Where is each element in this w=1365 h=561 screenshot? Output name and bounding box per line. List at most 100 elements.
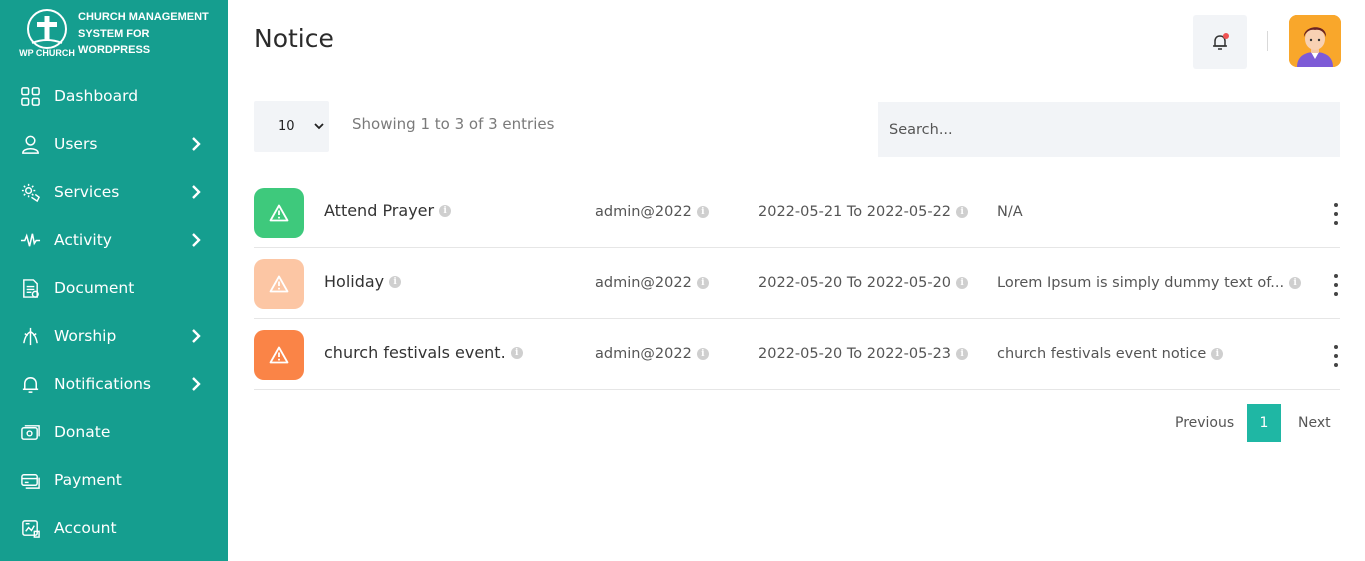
sidebar-item-activity[interactable]: Activity bbox=[0, 216, 228, 264]
info-icon[interactable]: i bbox=[956, 206, 969, 218]
notice-badge bbox=[254, 330, 304, 380]
notice-dates-cell: 2022-05-20 To 2022-05-20 i bbox=[758, 275, 969, 291]
church-logo-icon: WP CHURCH bbox=[19, 9, 75, 58]
row-actions-menu-icon[interactable] bbox=[1332, 203, 1340, 225]
notice-dates: 2022-05-20 To 2022-05-23 bbox=[758, 346, 952, 362]
account-icon bbox=[19, 517, 41, 539]
notice-title-cell: church festivals event. i bbox=[324, 343, 523, 362]
brand[interactable]: WP CHURCH CHURCH MANAGEMENT SYSTEM FOR W… bbox=[18, 7, 223, 62]
notification-dot bbox=[1223, 33, 1229, 39]
sidebar-item-donate[interactable]: Donate bbox=[0, 408, 228, 456]
sidebar-item-label: Dashboard bbox=[54, 87, 139, 105]
sidebar-item-label: Activity bbox=[54, 231, 112, 249]
notice-description: N/A bbox=[997, 204, 1023, 220]
header-divider bbox=[1267, 31, 1268, 51]
info-icon[interactable]: i bbox=[439, 204, 452, 217]
sidebar-item-label: Document bbox=[54, 279, 135, 297]
brand-line: WORDPRESS bbox=[78, 44, 151, 56]
pagination-page-1[interactable]: 1 bbox=[1247, 404, 1281, 442]
sidebar: WP CHURCH CHURCH MANAGEMENT SYSTEM FOR W… bbox=[0, 0, 228, 561]
table-row: Attend Prayer i admin@2022 i 2022-05-21 To… bbox=[254, 177, 1340, 248]
sidebar-item-document[interactable]: Document bbox=[0, 264, 228, 312]
notice-description: church festivals event notice bbox=[997, 346, 1207, 362]
user-avatar-icon bbox=[1289, 15, 1341, 67]
notice-dates-cell: 2022-05-20 To 2022-05-23 i bbox=[758, 346, 969, 362]
document-icon bbox=[19, 277, 41, 299]
notice-author: admin@2022 bbox=[595, 275, 692, 291]
info-icon[interactable]: i bbox=[510, 346, 523, 359]
notice-dates: 2022-05-21 To 2022-05-22 bbox=[758, 204, 952, 220]
sidebar-item-label: Account bbox=[54, 519, 117, 537]
info-icon[interactable]: i bbox=[1289, 277, 1302, 289]
user-icon bbox=[19, 133, 41, 155]
svg-text:WP CHURCH: WP CHURCH bbox=[19, 48, 75, 58]
info-icon[interactable]: i bbox=[696, 277, 709, 289]
info-icon[interactable]: i bbox=[956, 277, 969, 289]
search-input[interactable] bbox=[878, 102, 1340, 157]
notice-description: Lorem Ipsum is simply dummy text of... bbox=[997, 275, 1285, 291]
entries-info: Showing 1 to 3 of 3 entries bbox=[352, 115, 555, 133]
sidebar-item-account[interactable]: Account bbox=[0, 504, 228, 552]
donate-icon bbox=[19, 421, 41, 443]
notice-title-cell: Holiday i bbox=[324, 272, 402, 291]
sidebar-item-label: Donate bbox=[54, 423, 111, 441]
avatar[interactable] bbox=[1289, 15, 1341, 67]
sidebar-nav: Dashboard Users Services Activity Docume… bbox=[0, 72, 228, 552]
info-icon[interactable]: i bbox=[389, 275, 402, 288]
notice-dates: 2022-05-20 To 2022-05-20 bbox=[758, 275, 952, 291]
sidebar-item-label: Payment bbox=[54, 471, 122, 489]
payment-icon bbox=[19, 469, 41, 491]
sidebar-item-users[interactable]: Users bbox=[0, 120, 228, 168]
info-icon[interactable]: i bbox=[1211, 348, 1224, 360]
notice-title: church festivals event. bbox=[324, 343, 506, 362]
table-row: church festivals event. i admin@2022 i 202… bbox=[254, 319, 1340, 390]
sidebar-item-payment[interactable]: Payment bbox=[0, 456, 228, 504]
brand-line: SYSTEM FOR bbox=[78, 27, 150, 40]
sidebar-item-notifications[interactable]: Notifications bbox=[0, 360, 228, 408]
page-title: Notice bbox=[254, 24, 334, 53]
notice-dates-cell: 2022-05-21 To 2022-05-22 i bbox=[758, 204, 969, 220]
notice-author-cell: admin@2022 i bbox=[595, 346, 709, 362]
sidebar-item-label: Worship bbox=[54, 327, 117, 345]
notice-title: Holiday bbox=[324, 272, 385, 291]
sidebar-item-label: Services bbox=[54, 183, 120, 201]
warning-icon bbox=[269, 346, 289, 364]
activity-icon bbox=[19, 229, 41, 251]
warning-icon bbox=[269, 275, 289, 293]
chevron-down-icon bbox=[314, 123, 324, 130]
sidebar-item-services[interactable]: Services bbox=[0, 168, 228, 216]
sidebar-item-dashboard[interactable]: Dashboard bbox=[0, 72, 228, 120]
notice-description-cell: N/A bbox=[997, 204, 1023, 220]
chevron-right-icon bbox=[192, 233, 201, 247]
notice-badge bbox=[254, 188, 304, 238]
sidebar-item-label: Users bbox=[54, 135, 98, 153]
notice-badge bbox=[254, 259, 304, 309]
worship-icon bbox=[19, 325, 41, 347]
services-icon bbox=[19, 181, 41, 203]
notice-author-cell: admin@2022 i bbox=[595, 204, 709, 220]
notice-author-cell: admin@2022 i bbox=[595, 275, 709, 291]
notice-author: admin@2022 bbox=[595, 346, 692, 362]
table-row: Holiday i admin@2022 i 2022-05-20 To 2022-… bbox=[254, 248, 1340, 319]
chevron-right-icon bbox=[192, 185, 201, 199]
chevron-right-icon bbox=[192, 137, 201, 151]
page-length-select[interactable]: 10 bbox=[254, 101, 329, 152]
notice-author: admin@2022 bbox=[595, 204, 692, 220]
chevron-right-icon bbox=[192, 329, 201, 343]
pagination-next[interactable]: Next bbox=[1298, 404, 1331, 442]
pagination-previous[interactable]: Previous bbox=[1175, 404, 1234, 442]
dashboard-icon bbox=[19, 85, 41, 107]
row-actions-menu-icon[interactable] bbox=[1332, 274, 1340, 296]
info-icon[interactable]: i bbox=[696, 348, 709, 360]
notice-title: Attend Prayer bbox=[324, 201, 435, 220]
notice-title-cell: Attend Prayer i bbox=[324, 201, 452, 220]
notice-description-cell: Lorem Ipsum is simply dummy text of... i bbox=[997, 275, 1302, 291]
row-actions-menu-icon[interactable] bbox=[1332, 345, 1340, 367]
sidebar-item-worship[interactable]: Worship bbox=[0, 312, 228, 360]
page-length-value: 10 bbox=[278, 119, 295, 134]
brand-line: CHURCH MANAGEMENT bbox=[78, 11, 209, 23]
notification-button[interactable] bbox=[1193, 15, 1247, 69]
notice-description-cell: church festivals event notice i bbox=[997, 346, 1224, 362]
info-icon[interactable]: i bbox=[956, 348, 969, 360]
info-icon[interactable]: i bbox=[696, 206, 709, 218]
